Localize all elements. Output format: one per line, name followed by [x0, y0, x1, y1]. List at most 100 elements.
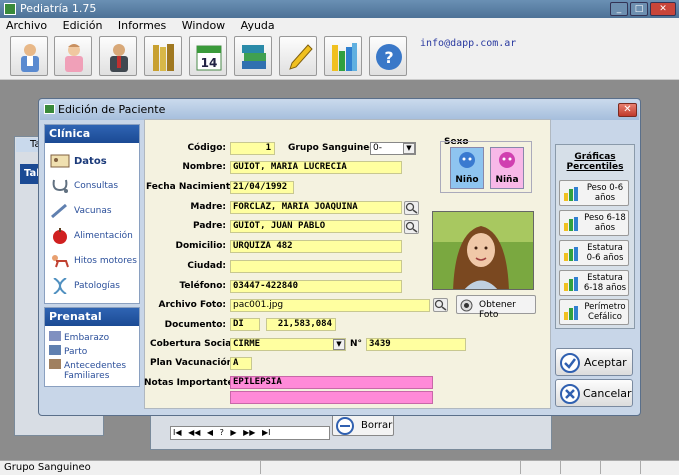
archivo-foto-label: Archivo Foto:	[158, 300, 226, 310]
madre-label: Madre:	[190, 202, 226, 212]
cobertura-social-select[interactable]: CIRME	[230, 338, 346, 351]
bar-chart-icon	[564, 187, 578, 201]
domicilio-field[interactable]: URQUIZA 482	[230, 240, 402, 253]
menu-archivo[interactable]: Archivo	[0, 18, 53, 34]
nav-last-button[interactable]: ▶I	[262, 428, 271, 437]
family-icon	[49, 359, 61, 369]
archivo-foto-field[interactable]: pac001.jpg	[230, 299, 430, 312]
madre-search-button[interactable]	[404, 201, 419, 215]
nav-search-button[interactable]: ?	[220, 428, 224, 437]
calendar-icon: 14	[196, 45, 222, 71]
notas-importantes-label: Notas Importantes:	[144, 378, 243, 388]
menu-informes[interactable]: Informes	[112, 18, 172, 34]
notas-importantes-field-2[interactable]	[230, 391, 433, 404]
toolbar-calendar-button[interactable]: 14	[189, 36, 227, 76]
grafica-estatura-0-6-button[interactable]: Estatura 0-6 años	[559, 240, 629, 266]
birth-icon	[49, 345, 61, 355]
fecha-nacimiento-label: Fecha Nacimiento:	[146, 182, 240, 192]
grafica-peso-6-18-button[interactable]: Peso 6-18 años	[559, 210, 629, 236]
toolbar-nurse-button[interactable]	[54, 36, 92, 76]
madre-field[interactable]: FORCLAZ, MARIA JOAQUINA	[230, 201, 402, 214]
fecha-nacimiento-field[interactable]: 21/04/1992	[230, 181, 294, 194]
graficas-header: Gráficas Percentiles	[566, 152, 624, 172]
plan-vacunacion-label: Plan Vacunación:	[150, 358, 237, 368]
documento-tipo-field[interactable]: DI	[230, 318, 260, 331]
status-divider	[520, 461, 521, 474]
record-navigator: I◀ ◀◀ ◀ ? ▶ ▶▶ ▶I	[170, 426, 330, 440]
nro-label: N°	[350, 339, 363, 349]
grafica-perimetro-cefalico-button[interactable]: Perímetro Cefálico	[559, 299, 629, 325]
dialog-close-button[interactable]: ✕	[618, 103, 637, 117]
codigo-field[interactable]: 1	[230, 142, 275, 155]
help-icon: ?	[376, 44, 402, 70]
books-icon	[153, 44, 174, 71]
grupo-dropdown-button[interactable]: ▼	[403, 143, 415, 154]
plan-vacunacion-field[interactable]: A	[230, 357, 252, 370]
book-stack-icon	[242, 45, 266, 69]
obtener-foto-button[interactable]: Obtener Foto	[456, 295, 536, 320]
minimize-button[interactable]: _	[610, 2, 628, 16]
padre-field[interactable]: GUIOT, JUAN PABLO	[230, 220, 402, 233]
checkmark-icon	[560, 353, 580, 373]
grafica-estatura-6-18-button[interactable]: Estatura 6-18 años	[559, 270, 629, 296]
pencil-icon	[289, 44, 313, 70]
status-divider	[640, 461, 641, 474]
nombre-field[interactable]: GUIOT, MARIA LUCRECIA	[230, 161, 402, 174]
padre-label: Padre:	[192, 221, 226, 231]
dialog-icon	[44, 104, 55, 114]
aceptar-button[interactable]: Aceptar	[555, 348, 633, 376]
menu-window[interactable]: Window	[176, 18, 231, 34]
ciudad-field[interactable]	[230, 260, 402, 273]
nro-afiliado-field[interactable]: 3439	[366, 338, 466, 351]
minus-circle-icon	[336, 417, 354, 435]
app-title: Pediatría 1.75	[20, 2, 97, 15]
toolbar-chart-button[interactable]	[324, 36, 362, 76]
magnifier-icon	[405, 221, 418, 233]
nino-button[interactable]: Niño	[450, 147, 484, 189]
webcam-icon	[460, 299, 473, 312]
cobertura-dropdown-button[interactable]: ▼	[333, 339, 345, 350]
nav-prev-button[interactable]: ◀	[207, 428, 213, 437]
dialog-title-bar: Edición de Paciente	[40, 100, 639, 120]
app-icon	[4, 3, 16, 15]
dialog-title: Edición de Paciente	[58, 103, 166, 116]
toolbar-pencil-button[interactable]	[279, 36, 317, 76]
nav-next-page-button[interactable]: ▶▶	[243, 428, 255, 437]
cobertura-social-label: Cobertura Social:	[150, 339, 238, 349]
prenatal-header: Prenatal	[45, 308, 139, 326]
magnifier-icon	[434, 299, 447, 311]
maximize-button[interactable]: □	[630, 2, 648, 16]
status-bar: Grupo Sanguineo	[0, 460, 679, 475]
borrar-button[interactable]: Borrar	[332, 414, 394, 436]
close-button[interactable]: ✕	[650, 2, 676, 16]
email-link[interactable]: info@dapp.com.ar	[420, 38, 516, 49]
grafica-peso-0-6-button[interactable]: Peso 0-6 años	[559, 180, 629, 206]
nav-next-button[interactable]: ▶	[230, 428, 236, 437]
clinica-header: Clínica	[45, 125, 139, 143]
cancelar-button[interactable]: Cancelar	[555, 379, 633, 407]
menu-bar: Archivo Edición Informes Window Ayuda	[0, 18, 679, 34]
nina-button[interactable]: Niña	[490, 147, 524, 189]
toolbar: 14 ?	[0, 34, 679, 80]
patient-photo	[432, 211, 534, 290]
menu-edicion[interactable]: Edición	[57, 18, 109, 34]
nombre-label: Nombre:	[182, 162, 226, 172]
padre-search-button[interactable]	[404, 220, 419, 234]
nav-first-button[interactable]: I◀	[173, 428, 182, 437]
ciudad-label: Ciudad:	[187, 261, 226, 271]
toolbar-help-button[interactable]: ?	[369, 36, 407, 76]
status-divider	[560, 461, 561, 474]
codigo-label: Código:	[187, 143, 226, 153]
documento-numero-field[interactable]: 21,583,084	[266, 318, 336, 331]
toolbar-books-button[interactable]	[144, 36, 182, 76]
toolbar-book-stack-button[interactable]	[234, 36, 272, 76]
menu-ayuda[interactable]: Ayuda	[235, 18, 281, 34]
patient-photo-image	[433, 212, 533, 289]
toolbar-patient-button[interactable]	[99, 36, 137, 76]
toolbar-doctor-button[interactable]	[10, 36, 48, 76]
notas-importantes-field-1[interactable]: EPILEPSIA	[230, 376, 433, 389]
id-card-icon	[50, 154, 70, 168]
nav-prev-page-button[interactable]: ◀◀	[188, 428, 200, 437]
archivo-browse-button[interactable]	[433, 298, 448, 312]
telefono-field[interactable]: 03447-422840	[230, 280, 402, 293]
